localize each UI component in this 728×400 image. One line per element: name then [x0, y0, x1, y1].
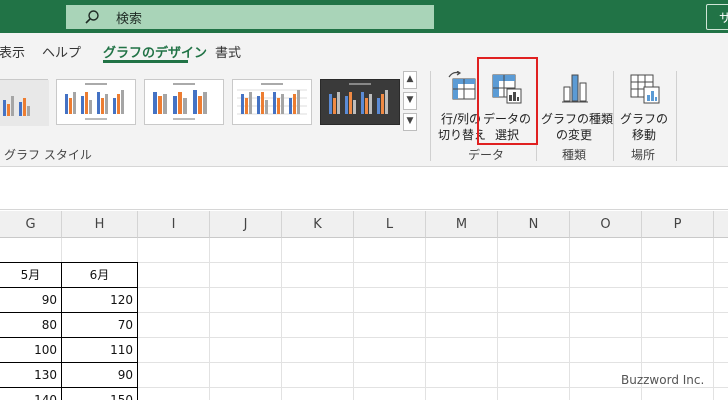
move-chart-icon: [630, 74, 660, 104]
switch-row-column-icon: [448, 71, 476, 100]
chart-style-thumbnail[interactable]: [144, 79, 224, 125]
column-header-p[interactable]: P: [642, 211, 714, 238]
table-cell[interactable]: 80: [0, 313, 61, 338]
group-separator: [613, 71, 614, 161]
column-header-j[interactable]: J: [210, 211, 282, 238]
column-header-l[interactable]: L: [354, 211, 426, 238]
chart-styles-group-label: グラフ スタイル: [4, 148, 92, 162]
ribbon-tabs: 表示 ヘルプ グラフのデザイン 書式: [0, 33, 728, 65]
ribbon: ▲ ▼ ▼ グラフ スタイル 行/列の 切り替え データの 選択 データ グラフ…: [0, 65, 728, 167]
table-border: [137, 262, 138, 400]
tab-help[interactable]: ヘルプ: [42, 42, 81, 61]
group-separator: [676, 71, 677, 161]
type-group-label: 種類: [562, 148, 587, 162]
table-cell[interactable]: 120: [62, 288, 137, 313]
watermark: Buzzword Inc.: [621, 373, 705, 387]
location-group-label: 場所: [631, 148, 656, 162]
table-cell[interactable]: 110: [62, 338, 137, 363]
chart-style-thumbnail[interactable]: [56, 79, 136, 125]
column-header-g[interactable]: G: [0, 211, 62, 238]
table-cell[interactable]: 90: [0, 288, 61, 313]
chart-style-preview-icon: [65, 83, 124, 120]
move-chart-label: グラフの 移動: [618, 111, 670, 143]
change-chart-type-label-line1: グラフの種類: [541, 112, 614, 126]
formula-bar-area[interactable]: [0, 168, 728, 210]
column-header-m[interactable]: M: [426, 211, 498, 238]
gallery-scroll-down-button[interactable]: ▼: [403, 92, 417, 110]
column-header-o[interactable]: O: [570, 211, 642, 238]
gallery-more-button[interactable]: ▼: [403, 113, 417, 131]
move-chart-button[interactable]: グラフの 移動: [618, 71, 670, 143]
change-chart-type-icon: [562, 74, 588, 103]
chart-style-thumbnail[interactable]: [232, 79, 312, 125]
table-cell[interactable]: 140: [0, 388, 61, 400]
chart-style-thumbnail[interactable]: [0, 79, 49, 126]
change-chart-type-label-line2: の変更: [555, 128, 592, 142]
table-cell[interactable]: 150: [62, 388, 137, 400]
change-chart-type-button[interactable]: グラフの種類 の変更: [541, 71, 614, 143]
table-header-cell[interactable]: 5月: [0, 263, 61, 288]
move-chart-label-line1: グラフの: [619, 112, 668, 126]
active-tab-indicator: [103, 60, 188, 63]
chart-style-preview-icon: [153, 83, 207, 120]
column-header-k[interactable]: K: [282, 211, 354, 238]
group-separator: [430, 71, 431, 161]
table-cell[interactable]: 100: [0, 338, 61, 363]
tab-chart-design[interactable]: グラフのデザイン: [103, 42, 207, 61]
chart-style-preview-icon: [237, 83, 307, 115]
table-header-cell[interactable]: 6月: [62, 263, 137, 288]
title-bar: 検索 サ: [0, 0, 728, 33]
chart-style-preview-icon: [0, 80, 49, 126]
table-cell[interactable]: 130: [0, 363, 61, 388]
tab-view[interactable]: 表示: [0, 42, 25, 61]
select-data-highlight: [477, 57, 538, 145]
sign-in-button[interactable]: サ: [706, 4, 728, 30]
column-header-n[interactable]: N: [498, 211, 570, 238]
search-icon: [85, 10, 99, 24]
column-header-partial: [714, 211, 728, 238]
gallery-scroll-up-button[interactable]: ▲: [403, 71, 417, 89]
column-header-h[interactable]: H: [62, 211, 138, 238]
search-box[interactable]: 検索: [66, 5, 434, 29]
table-cell[interactable]: 90: [62, 363, 137, 388]
worksheet-grid[interactable]: 5月 6月 90 120 80 70 100 110 130 90 140 15…: [0, 238, 728, 400]
search-label: 検索: [116, 12, 143, 27]
tab-format[interactable]: 書式: [215, 42, 241, 61]
data-group-label: データ: [468, 148, 505, 162]
chart-style-preview-icon: [329, 83, 388, 114]
change-chart-type-label: グラフの種類 の変更: [541, 111, 614, 143]
column-header-i[interactable]: I: [138, 211, 210, 238]
table-cell[interactable]: 70: [62, 313, 137, 338]
move-chart-label-line2: 移動: [631, 128, 656, 142]
chart-style-thumbnail[interactable]: [320, 79, 400, 125]
